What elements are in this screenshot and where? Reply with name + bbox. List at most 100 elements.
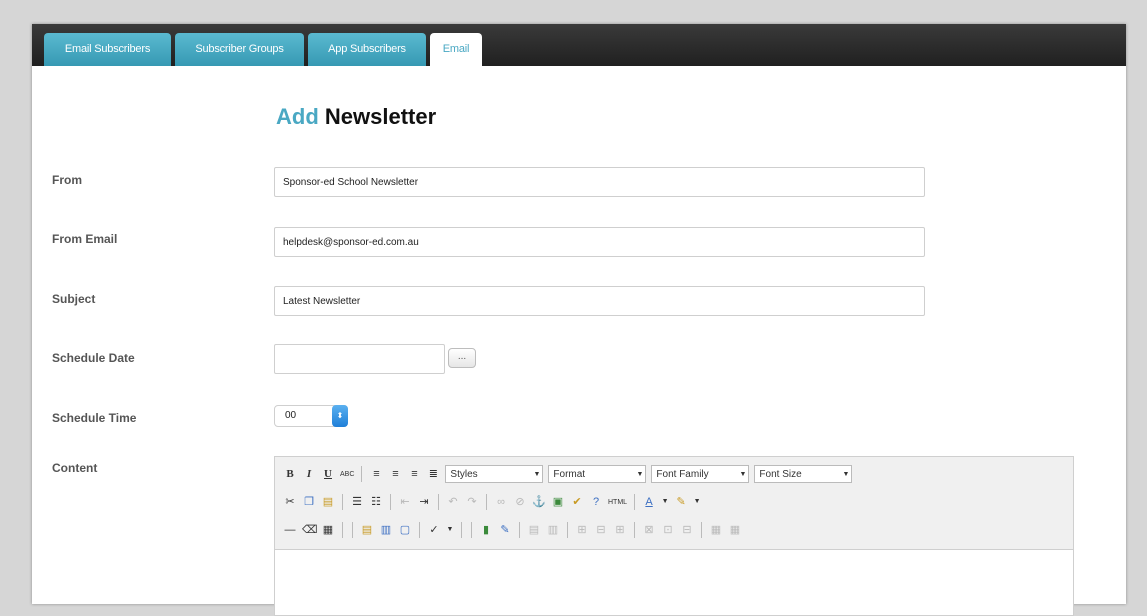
insert-col-icon[interactable]: ⊞ xyxy=(613,523,627,537)
separator xyxy=(701,522,702,538)
separator xyxy=(634,522,635,538)
chevron-down-icon: ▼ xyxy=(636,471,644,478)
cut-icon[interactable]: ✂ xyxy=(283,495,297,509)
redo-icon[interactable]: ↷ xyxy=(465,495,479,509)
indent-icon[interactable]: ⇥ xyxy=(417,495,431,509)
visual-aid-icon[interactable]: ▦ xyxy=(321,523,335,537)
tab-bar: Email Subscribers Subscriber Groups App … xyxy=(32,24,1126,66)
merge-cells-icon[interactable]: ⊡ xyxy=(661,523,675,537)
edit-icon[interactable]: ✎ xyxy=(498,523,512,537)
link-icon[interactable]: ∞ xyxy=(494,495,508,509)
font-family-dropdown[interactable]: Font Family ▼ xyxy=(651,465,750,483)
separator xyxy=(461,522,462,538)
cleanup-icon[interactable]: ✔ xyxy=(570,495,584,509)
separator xyxy=(390,494,391,510)
insert-row-icon[interactable]: ⊞ xyxy=(575,523,589,537)
bullet-list-icon[interactable]: ☰ xyxy=(350,495,364,509)
subject-label: Subject xyxy=(52,292,96,306)
underline-button[interactable]: U xyxy=(321,468,335,480)
page-title: Add Newsletter xyxy=(276,104,436,130)
paste-icon[interactable]: ▤ xyxy=(321,495,335,509)
separator xyxy=(486,494,487,510)
separator xyxy=(342,494,343,510)
format-dropdown-label: Format xyxy=(553,469,586,480)
schedule-time-select[interactable]: 00 ⬍ xyxy=(274,405,348,427)
font-family-dropdown-label: Font Family xyxy=(656,469,709,480)
from-label: From xyxy=(52,173,82,187)
select-all-icon[interactable]: ▢ xyxy=(398,523,412,537)
tab-app-subscribers[interactable]: App Subscribers xyxy=(308,33,426,66)
styles-dropdown-label: Styles xyxy=(450,469,478,480)
subject-input[interactable] xyxy=(274,286,925,316)
unlink-icon[interactable]: ⊘ xyxy=(513,495,527,509)
tab-subscriber-groups[interactable]: Subscriber Groups xyxy=(175,33,304,66)
table-props-icon[interactable]: ▥ xyxy=(546,523,560,537)
delete-row-icon[interactable]: ⊟ xyxy=(594,523,608,537)
from-input[interactable] xyxy=(274,167,925,197)
chevron-down-icon[interactable]: ▼ xyxy=(446,523,454,537)
schedule-date-input[interactable] xyxy=(274,344,445,374)
copy-icon[interactable]: ❐ xyxy=(302,495,316,509)
media-icon[interactable]: ▮ xyxy=(479,523,493,537)
separator xyxy=(634,494,636,510)
date-picker-button[interactable]: ... xyxy=(448,348,476,368)
align-right-icon[interactable]: ≡ xyxy=(407,467,421,481)
separator xyxy=(519,522,520,538)
schedule-time-value: 00 xyxy=(285,410,297,421)
horizontal-rule-icon[interactable]: — xyxy=(283,523,297,537)
format-dropdown[interactable]: Format ▼ xyxy=(548,465,647,483)
editor-toolbar: B I U ABC ≡ ≡ ≡ ≣ Styles ▼ Format ▼ Font F… xyxy=(275,457,1073,550)
numbered-list-icon[interactable]: ☷ xyxy=(369,495,383,509)
align-left-icon[interactable]: ≡ xyxy=(369,467,383,481)
toolbar-row-1: B I U ABC ≡ ≡ ≡ ≣ Styles ▼ Format ▼ Font F… xyxy=(283,463,853,485)
font-size-dropdown-label: Font Size xyxy=(759,469,802,480)
separator xyxy=(352,522,353,538)
font-size-dropdown[interactable]: Font Size ▼ xyxy=(754,465,853,483)
separator xyxy=(438,494,439,510)
content-editor[interactable]: B I U ABC ≡ ≡ ≡ ≣ Styles ▼ Format ▼ Font F… xyxy=(274,456,1074,616)
html-source-button[interactable]: HTML xyxy=(608,499,627,506)
paste-word-icon[interactable]: ▥ xyxy=(379,523,393,537)
tab-email-subscribers[interactable]: Email Subscribers xyxy=(44,33,171,66)
help-icon[interactable]: ? xyxy=(589,495,603,509)
chevron-down-icon[interactable]: ▼ xyxy=(661,495,669,509)
align-center-icon[interactable]: ≡ xyxy=(388,467,402,481)
paste-text-icon[interactable]: ▤ xyxy=(360,523,374,537)
row-props-icon[interactable]: ▦ xyxy=(728,523,742,537)
newsletter-panel: Email Subscribers Subscriber Groups App … xyxy=(32,24,1126,616)
chevron-down-icon: ▼ xyxy=(533,471,541,478)
separator xyxy=(419,522,420,538)
from-email-input[interactable] xyxy=(274,227,925,257)
stepper-arrows-icon[interactable]: ⬍ xyxy=(332,405,348,427)
cell-props-icon[interactable]: ▦ xyxy=(709,523,723,537)
align-justify-icon[interactable]: ≣ xyxy=(426,467,440,481)
schedule-time-label: Schedule Time xyxy=(52,411,137,425)
separator xyxy=(361,466,363,482)
table-icon[interactable]: ▤ xyxy=(527,523,541,537)
bold-button[interactable]: B xyxy=(283,468,297,480)
toolbar-row-2: ✂ ❐ ▤ ☰ ☷ ⇤ ⇥ ↶ ↷ ∞ ⊘ ⚓ ▣ ✔ ? HTML A ▼ ✎… xyxy=(283,491,701,513)
anchor-icon[interactable]: ⚓ xyxy=(532,495,546,509)
chevron-down-icon: ▼ xyxy=(842,471,850,478)
separator xyxy=(342,522,343,538)
chevron-down-icon[interactable]: ▼ xyxy=(693,495,701,509)
highlight-color-icon[interactable]: ✎ xyxy=(674,495,688,509)
remove-format-icon[interactable]: ⌫ xyxy=(302,523,318,537)
font-color-button[interactable]: A xyxy=(642,496,656,508)
delete-col-icon[interactable]: ⊟ xyxy=(680,523,694,537)
separator xyxy=(471,522,472,538)
outdent-icon[interactable]: ⇤ xyxy=(398,495,412,509)
page-title-accent: Add xyxy=(276,104,319,129)
schedule-date-label: Schedule Date xyxy=(52,351,135,365)
undo-icon[interactable]: ↶ xyxy=(446,495,460,509)
styles-dropdown[interactable]: Styles ▼ xyxy=(445,465,544,483)
strikethrough-button[interactable]: ABC xyxy=(340,471,354,478)
split-cells-icon[interactable]: ⊠ xyxy=(642,523,656,537)
tab-email[interactable]: Email xyxy=(430,33,482,66)
chevron-down-icon: ▼ xyxy=(739,471,747,478)
from-email-label: From Email xyxy=(52,232,118,246)
spellcheck-icon[interactable]: ✓ xyxy=(427,523,441,537)
page-title-rest: Newsletter xyxy=(324,104,437,129)
image-icon[interactable]: ▣ xyxy=(551,495,565,509)
italic-button[interactable]: I xyxy=(302,468,316,480)
